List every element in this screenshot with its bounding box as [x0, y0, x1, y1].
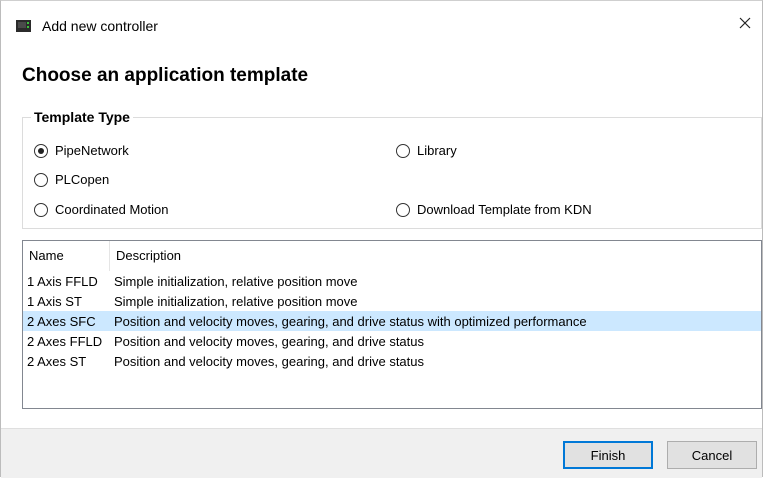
radio-button-checked[interactable] — [34, 143, 48, 158]
radio-button[interactable] — [396, 202, 410, 217]
controller-icon — [16, 20, 31, 32]
radio-button[interactable] — [34, 202, 48, 217]
row-name: 2 Axes SFC — [27, 313, 96, 329]
table-row-selected[interactable]: 2 Axes SFC Position and velocity moves, … — [23, 311, 761, 331]
row-name: 1 Axis FFLD — [27, 273, 98, 289]
radio-label: PLCopen — [55, 172, 110, 187]
table-row[interactable]: 1 Axis FFLD Simple initialization, relat… — [23, 271, 761, 291]
close-button[interactable] — [728, 9, 762, 39]
row-name: 1 Axis ST — [27, 293, 82, 309]
window-title: Add new controller — [42, 18, 158, 34]
radio-coordinated-motion[interactable]: Coordinated Motion — [34, 202, 168, 217]
row-description: Position and velocity moves, gearing, an… — [114, 353, 425, 369]
template-type-label: Template Type — [31, 109, 133, 125]
row-description: Simple initialization, relative position… — [114, 273, 358, 289]
row-description: Simple initialization, relative position… — [114, 293, 358, 309]
row-name: 2 Axes FFLD — [27, 333, 103, 349]
close-icon — [739, 17, 751, 32]
radio-download-template-kdn[interactable]: Download Template from KDN — [396, 202, 592, 217]
radio-label: Download Template from KDN — [417, 202, 592, 217]
add-controller-dialog: Add new controller Choose an application… — [0, 0, 763, 478]
page-heading: Choose an application template — [22, 65, 309, 86]
radio-label: PipeNetwork — [55, 143, 129, 158]
list-rows: 1 Axis FFLD Simple initialization, relat… — [23, 271, 761, 371]
dialog-footer: Finish Cancel — [1, 428, 762, 478]
radio-button[interactable] — [34, 172, 48, 187]
row-description: Position and velocity moves, gearing, an… — [114, 333, 425, 349]
table-row[interactable]: 1 Axis ST Simple initialization, relativ… — [23, 291, 761, 311]
radio-plcopen[interactable]: PLCopen — [34, 172, 109, 187]
cancel-button[interactable]: Cancel — [667, 441, 757, 469]
title-bar[interactable]: Add new controller — [1, 1, 762, 39]
radio-button[interactable] — [396, 143, 410, 158]
table-row[interactable]: 2 Axes ST Position and velocity moves, g… — [23, 351, 761, 371]
row-description: Position and velocity moves, gearing, an… — [114, 313, 587, 329]
radio-pipenetwork[interactable]: PipeNetwork — [34, 143, 129, 158]
column-header-description[interactable]: Description — [110, 241, 761, 271]
radio-label: Coordinated Motion — [55, 202, 169, 217]
template-list[interactable]: Name Description 1 Axis FFLD Simple init… — [22, 240, 762, 409]
finish-button[interactable]: Finish — [563, 441, 653, 469]
list-header: Name Description — [23, 241, 761, 271]
radio-library[interactable]: Library — [396, 143, 457, 158]
table-row[interactable]: 2 Axes FFLD Position and velocity moves,… — [23, 331, 761, 351]
row-name: 2 Axes ST — [27, 353, 87, 369]
column-header-name[interactable]: Name — [23, 241, 110, 271]
radio-label: Library — [417, 143, 457, 158]
